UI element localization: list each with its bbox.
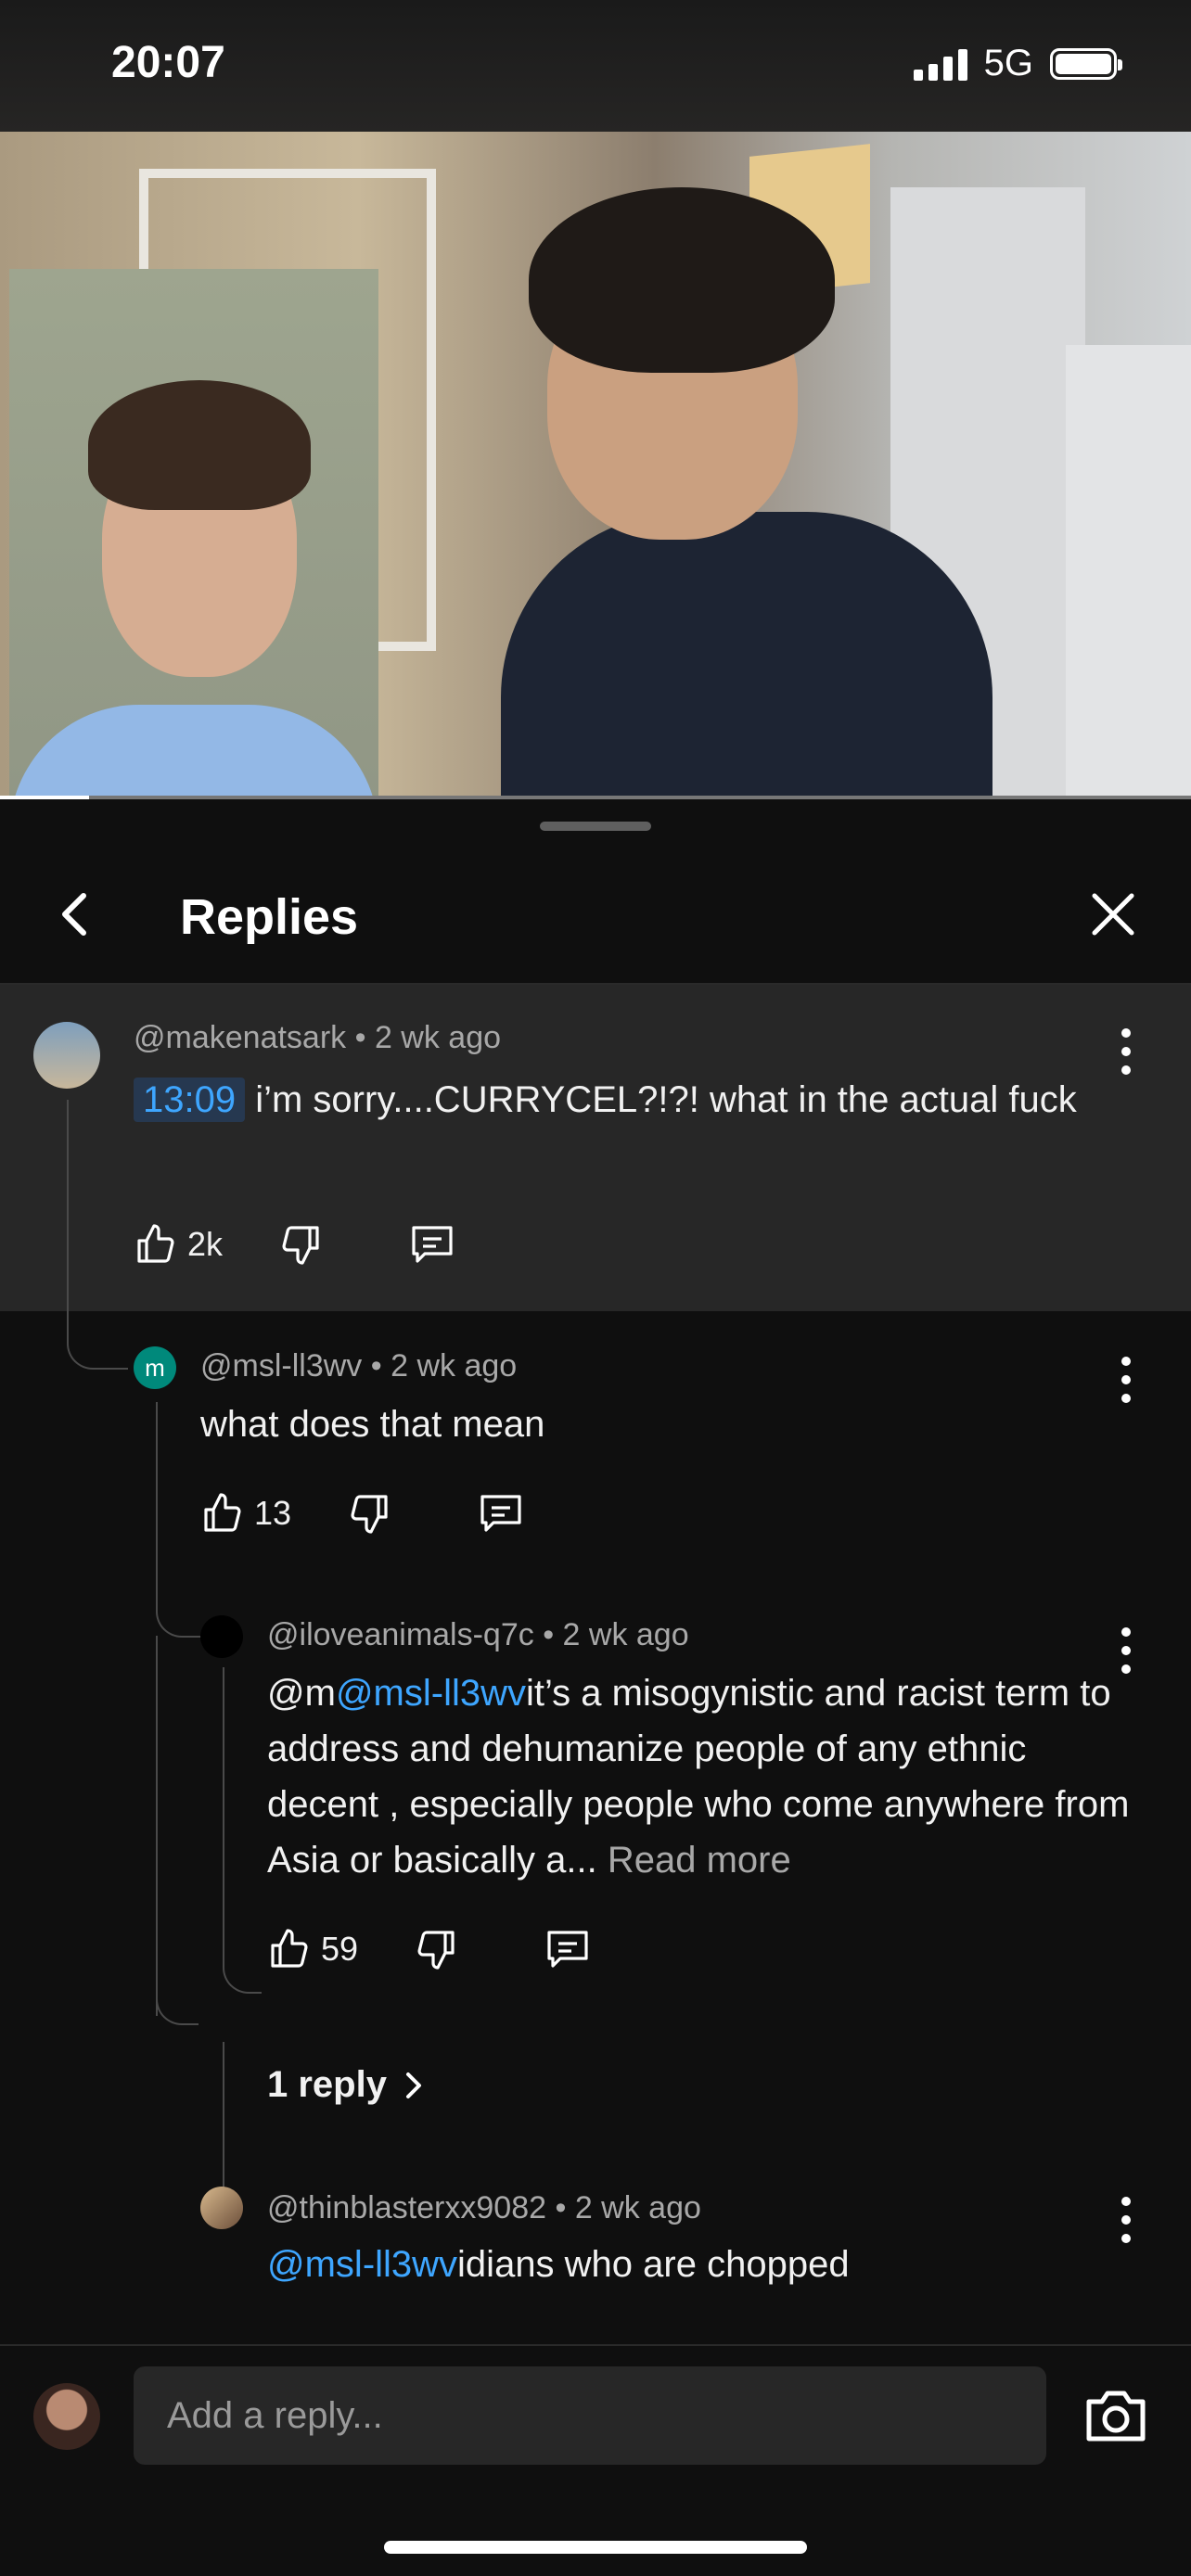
comment-icon [547, 1931, 588, 1968]
comment-age: 2 wk ago [562, 1617, 689, 1652]
replies-count-label: 1 reply [267, 2064, 387, 2105]
view-replies-button[interactable]: 1 reply [267, 2064, 424, 2106]
more-vert-icon[interactable] [1115, 1024, 1137, 1079]
comment-actions: 2k [134, 1222, 456, 1267]
comment-text: @m@msl-ll3wvit’s a misogynistic and raci… [267, 1665, 1139, 1888]
avatar[interactable] [200, 2187, 243, 2229]
dislike-button[interactable] [278, 1222, 323, 1267]
more-vert-icon[interactable] [1115, 1352, 1137, 1408]
thumb-up-icon [137, 1224, 174, 1263]
thumb-up-icon [271, 1929, 308, 1968]
background-door [1066, 345, 1191, 799]
reply-composer [0, 2344, 1191, 2485]
user-avatar[interactable] [33, 2383, 100, 2450]
read-more-link[interactable]: Read more [608, 1840, 791, 1881]
dislike-button[interactable] [347, 1491, 391, 1536]
reply-button[interactable] [544, 1927, 592, 1971]
status-indicators: 5G [913, 43, 1122, 84]
avatar[interactable]: m [134, 1346, 176, 1389]
comment-icon [412, 1226, 453, 1263]
comment-text: what does that mean [200, 1404, 545, 1445]
reply-input[interactable] [134, 2366, 1046, 2465]
thread-connector [223, 1667, 262, 1994]
mention-link[interactable]: @msl-ll3wv [336, 1673, 526, 1714]
video-pip-inset [9, 269, 378, 799]
comment-text: 13:09 i’m sorry....CURRYCEL?!?! what in … [134, 1072, 1098, 1128]
sheet-header: Replies [0, 851, 1191, 985]
comment-age: 2 wk ago [391, 1348, 518, 1384]
comment-meta: @msl-ll3wv • 2 wk ago [200, 1348, 518, 1384]
sheet-title: Replies [180, 889, 359, 945]
battery-icon [1050, 47, 1122, 80]
comment-body: i’m sorry....CURRYCEL?!?! what in the ac… [245, 1079, 1077, 1120]
thumb-down-icon [417, 1931, 455, 1970]
thread-connector [67, 1100, 128, 1370]
thread-connector [156, 1636, 158, 2016]
reply-button[interactable] [477, 1491, 525, 1536]
drag-handle[interactable] [540, 822, 651, 831]
like-count: 13 [254, 1494, 292, 1532]
status-bar: 20:07 5G [0, 0, 1191, 132]
comment-author[interactable]: @iloveanimals-q7c [267, 1617, 534, 1652]
camera-icon[interactable] [1083, 2387, 1148, 2444]
comment-body: idians who are chopped [457, 2244, 850, 2285]
avatar-letter: m [145, 1354, 165, 1382]
comment-author[interactable]: @makenatsark [134, 1020, 346, 1055]
timestamp-link[interactable]: 13:09 [134, 1078, 246, 1122]
comment-author[interactable]: @msl-ll3wv [200, 1348, 362, 1384]
comment-meta: @thinblasterxx9082 • 2 wk ago [267, 2190, 701, 2225]
replies-sheet: Replies @makenatsark • 2 wk ago 13:09 i’… [0, 799, 1191, 2576]
signal-icon [913, 47, 967, 81]
home-indicator[interactable] [384, 2541, 807, 2554]
thumb-down-icon [351, 1495, 388, 1534]
close-icon[interactable] [1087, 888, 1139, 940]
chevron-right-icon [405, 2072, 421, 2098]
comment-actions: 13 [200, 1491, 525, 1536]
like-button[interactable]: 2k [134, 1222, 223, 1267]
chevron-left-icon[interactable] [52, 888, 104, 940]
like-button[interactable]: 59 [267, 1927, 358, 1971]
like-count: 59 [321, 1930, 359, 1968]
mention-link[interactable]: @msl-ll3wv [267, 2244, 457, 2285]
dislike-button[interactable] [414, 1927, 458, 1971]
thumb-up-icon [204, 1493, 241, 1532]
comment-author[interactable]: @thinblasterxx9082 [267, 2190, 546, 2225]
comment-age: 2 wk ago [374, 1020, 502, 1055]
status-time: 20:07 [111, 38, 225, 87]
thumb-down-icon [282, 1226, 319, 1265]
reply-button[interactable] [408, 1222, 456, 1267]
video-player[interactable] [0, 132, 1191, 799]
comment-prefix: @m [267, 1673, 336, 1714]
parent-comment: @makenatsark • 2 wk ago 13:09 i’m sorry.… [0, 985, 1191, 1311]
comment-text: @msl-ll3wvidians who are chopped [267, 2237, 1139, 2292]
network-label: 5G [983, 43, 1033, 83]
comment-age: 2 wk ago [574, 2190, 701, 2225]
avatar[interactable] [200, 1615, 243, 1658]
like-button[interactable]: 13 [200, 1491, 291, 1536]
thread-connector [156, 1996, 198, 2025]
like-count: 2k [187, 1225, 224, 1263]
comment-actions: 59 [267, 1927, 592, 1971]
comment-icon [480, 1495, 521, 1532]
comment-meta: @makenatsark • 2 wk ago [134, 1020, 502, 1055]
video-person-main [501, 187, 992, 799]
avatar[interactable] [33, 1022, 100, 1089]
comment-meta: @iloveanimals-q7c • 2 wk ago [267, 1617, 689, 1652]
